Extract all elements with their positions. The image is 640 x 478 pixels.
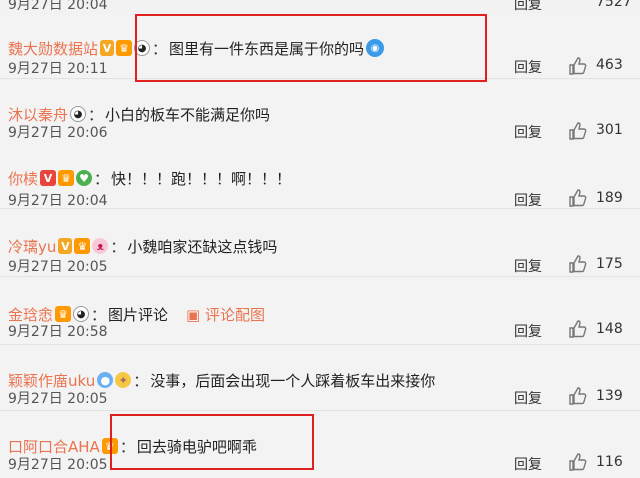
comment-text: 没事，后面会出现一个人踩着板车出来接你 bbox=[150, 371, 436, 390]
bulb-badge-icon: ✦ bbox=[115, 372, 132, 388]
panda-emoji-icon: ◕ bbox=[134, 40, 151, 56]
crown-badge-icon: ♛ bbox=[55, 306, 72, 322]
previous-comment-partial: 9月27日 20:04 回复 7527 bbox=[0, 0, 640, 14]
thumbs-up-icon[interactable] bbox=[568, 386, 588, 406]
like-count: 139 bbox=[596, 388, 623, 404]
doraemon-emoji-icon: ◉ bbox=[366, 39, 385, 57]
comment-text: 小魏咱家还缺这点钱吗 bbox=[127, 237, 278, 256]
vip-badge-icon: V bbox=[58, 238, 73, 254]
thumbs-up-icon[interactable] bbox=[568, 188, 588, 208]
vip-badge-icon: V bbox=[100, 40, 115, 56]
crown-badge-icon: ♛ bbox=[58, 170, 75, 186]
reply-button[interactable]: 回复 bbox=[514, 454, 542, 474]
thumbs-up-icon[interactable] bbox=[568, 319, 588, 339]
comment-username[interactable]: 魏大勋数据站 bbox=[8, 38, 98, 59]
like-count: 301 bbox=[596, 122, 623, 138]
rabbit-emoji-icon: ᴥ bbox=[92, 238, 109, 254]
reply-button[interactable]: 回复 bbox=[514, 321, 542, 341]
like-count: 463 bbox=[596, 57, 623, 73]
thumbs-up-icon[interactable] bbox=[568, 254, 588, 274]
panda-emoji-icon: ◕ bbox=[70, 106, 87, 122]
image-icon: ▣ bbox=[186, 305, 205, 324]
ball-badge-icon: ● bbox=[97, 372, 114, 388]
comment-time: 9月27日 20:06 bbox=[8, 125, 108, 141]
comment-username[interactable]: 你椟 bbox=[8, 168, 38, 189]
like-count: 189 bbox=[596, 190, 623, 206]
panda-emoji-icon: ◕ bbox=[73, 306, 90, 322]
reply-button[interactable]: 回复 bbox=[514, 122, 542, 142]
comment-text: 快！！！跑！！！啊！！！ bbox=[111, 169, 292, 188]
comment-list: 9月27日 20:04 回复 7527 魏大勋数据站 V ♛ ◕ ： 图里有一件… bbox=[0, 0, 640, 478]
like-count: 7527 bbox=[596, 0, 632, 10]
comment-time: 9月27日 20:04 bbox=[8, 0, 108, 13]
comment-time: 9月27日 20:05 bbox=[8, 259, 108, 275]
like-count: 148 bbox=[596, 321, 623, 337]
comment-text: 图里有一件东西是属于你的吗 bbox=[169, 39, 365, 58]
crown-badge-icon: ♛ bbox=[74, 238, 91, 254]
image-comment-link[interactable]: ▣ 评论配图 bbox=[186, 304, 265, 325]
reply-button[interactable]: 回复 bbox=[514, 190, 542, 210]
comment-text: 小白的板车不能满足你吗 bbox=[105, 105, 271, 124]
reply-button[interactable]: 回复 bbox=[514, 57, 542, 77]
vip-badge-icon: V bbox=[40, 170, 57, 186]
crown-badge-icon: ♛ bbox=[116, 40, 133, 56]
reply-button[interactable]: 回复 bbox=[514, 256, 542, 276]
heart-badge-icon: ♥ bbox=[76, 170, 93, 186]
comment-time: 9月27日 20:11 bbox=[8, 61, 108, 77]
like-count: 116 bbox=[596, 454, 623, 470]
reply-button[interactable]: 回复 bbox=[514, 0, 542, 14]
comment-time: 9月27日 20:58 bbox=[8, 324, 108, 340]
comment-text: 图片评论 bbox=[108, 305, 169, 324]
comment-time: 9月27日 20:05 bbox=[8, 391, 108, 407]
crown-badge-icon: ♛ bbox=[101, 438, 118, 454]
image-link-label: 评论配图 bbox=[205, 305, 266, 324]
comment-time: 9月27日 20:04 bbox=[8, 193, 108, 209]
comment-text: 回去骑电驴吧啊乖 bbox=[136, 437, 257, 456]
reply-button[interactable]: 回复 bbox=[514, 388, 542, 408]
thumbs-up-icon[interactable] bbox=[568, 452, 588, 472]
like-count: 175 bbox=[596, 256, 623, 272]
comment-username[interactable]: 冷璃yu bbox=[8, 236, 56, 257]
comment-time: 9月27日 20:05 bbox=[8, 457, 108, 473]
thumbs-up-icon[interactable] bbox=[568, 56, 588, 76]
thumbs-up-icon[interactable] bbox=[568, 121, 588, 141]
